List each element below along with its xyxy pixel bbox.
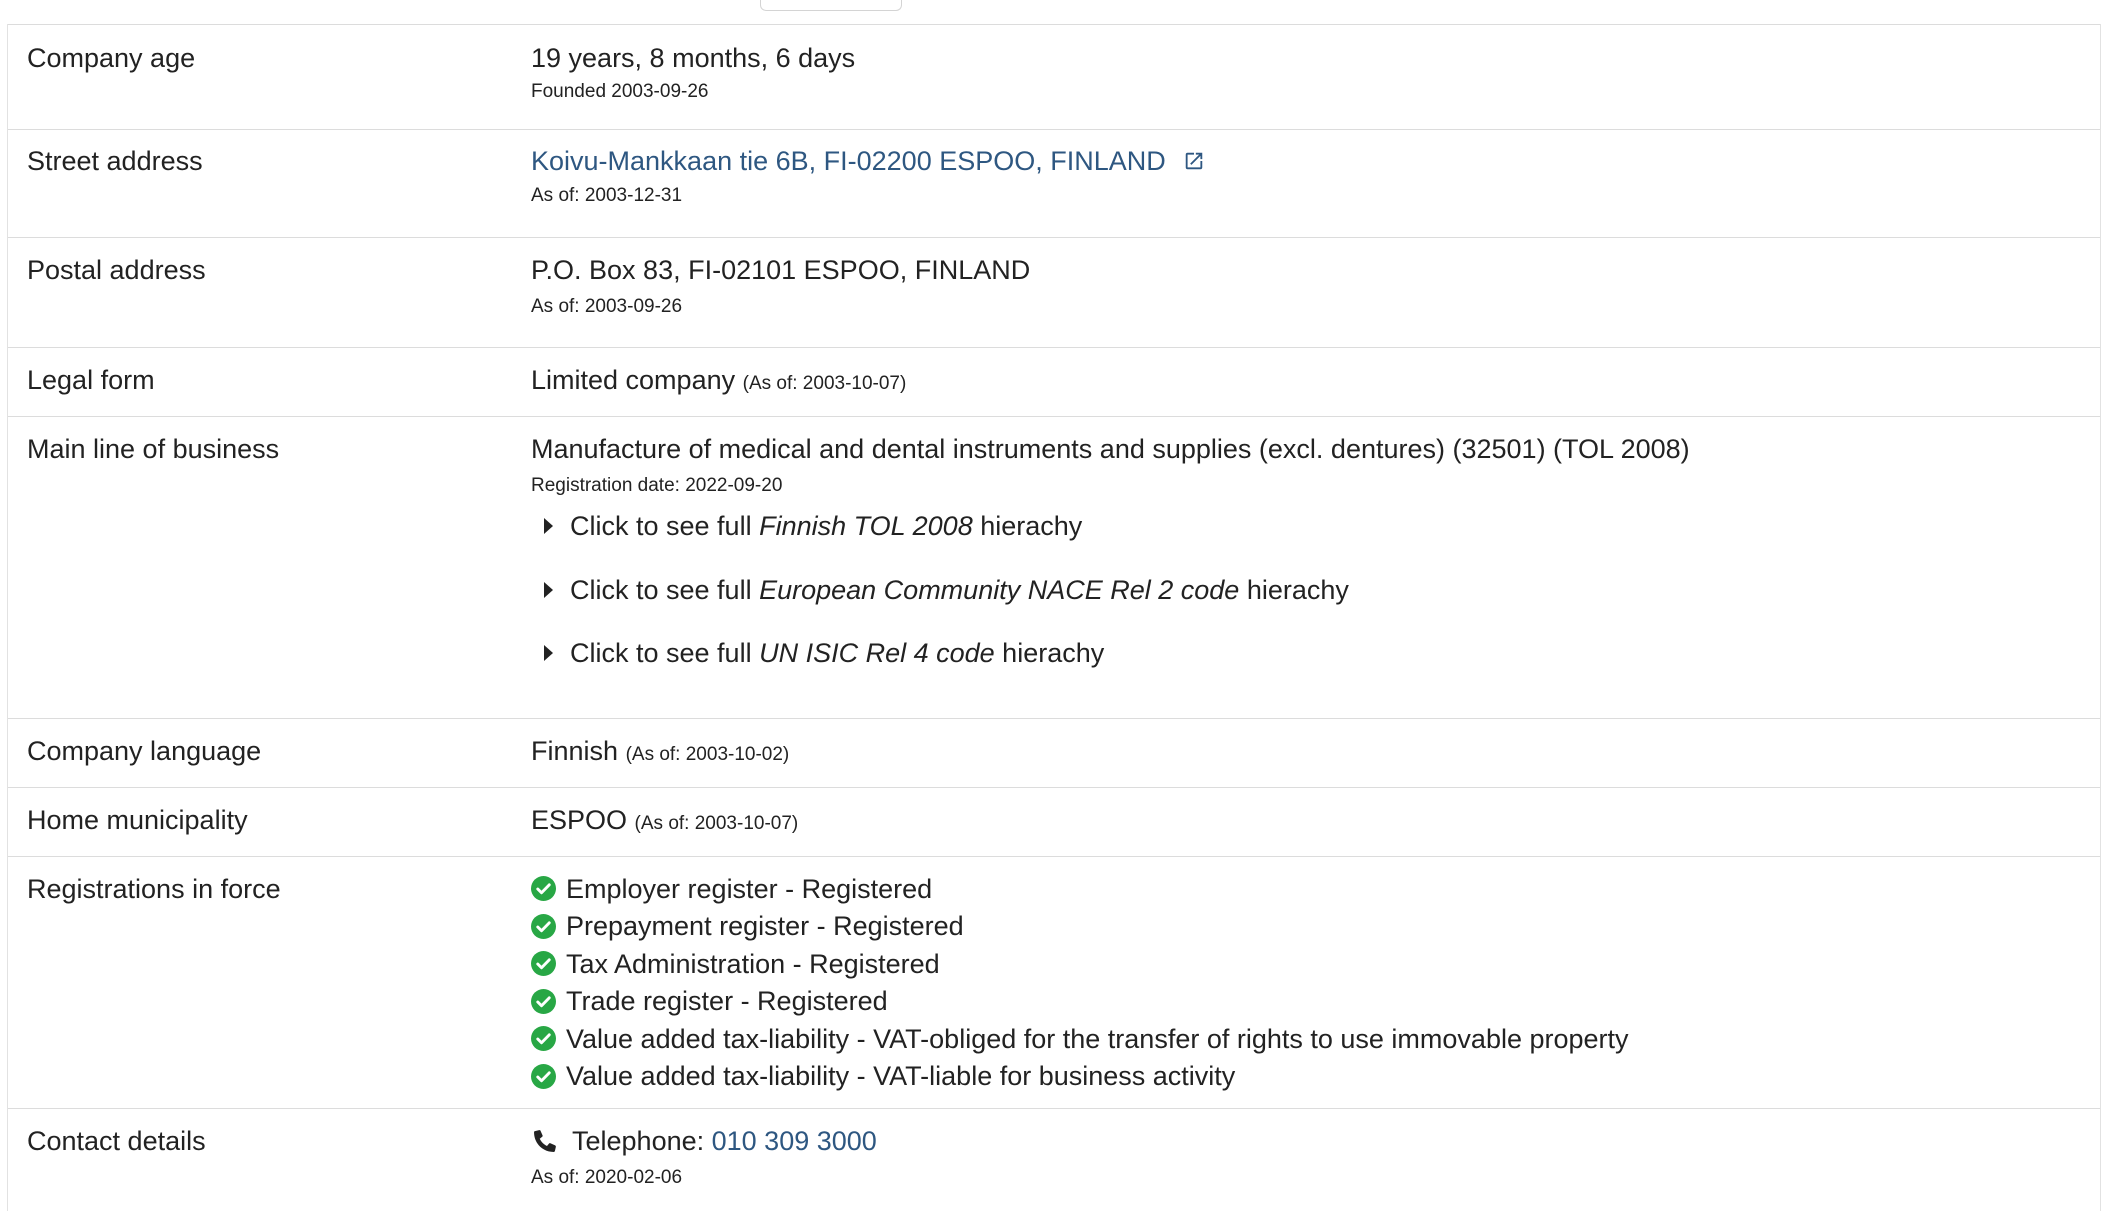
row-value: ESPOO (As of: 2003-10-07) [531,788,2100,856]
phone-icon [534,1130,556,1152]
tol-hierarchy-toggle[interactable]: Click to see full Finnish TOL 2008 hiera… [531,509,2100,543]
telephone-line: Telephone: 010 309 3000 [531,1124,2100,1158]
check-circle-icon [531,1063,556,1089]
registration-item: Value added tax-liability - VAT-obliged … [531,1020,2100,1058]
row-label: Street address [27,146,203,176]
hierarchy-name: Finnish TOL 2008 [759,511,973,541]
isic-hierarchy-toggle[interactable]: Click to see full UN ISIC Rel 4 code hie… [531,636,2100,670]
row-legal-form: Legal form Limited company (As of: 2003-… [8,347,2100,416]
row-label: Legal form [27,365,155,395]
registration-text: Prepayment register - Registered [566,911,964,942]
check-circle-icon [531,988,556,1014]
registration-date: Registration date: 2022-09-20 [531,475,783,496]
founded-date: Founded 2003-09-26 [531,81,709,102]
telephone-label: Telephone: [572,1126,712,1156]
external-link-icon[interactable] [1183,150,1205,172]
row-home-municipality: Home municipality ESPOO (As of: 2003-10-… [8,787,2100,856]
row-company-age: Company age 19 years, 8 months, 6 days F… [8,24,2100,129]
telephone-link[interactable]: 010 309 3000 [712,1124,877,1158]
row-company-language: Company language Finnish (As of: 2003-10… [8,718,2100,787]
company-details-table: Company age 19 years, 8 months, 6 days F… [7,24,2101,1211]
check-circle-icon [531,876,556,902]
postal-address-asof: As of: 2003-09-26 [531,296,683,317]
hierarchy-suffix: hierachy [1239,575,1349,605]
row-contact-details: Contact details Telephone: 010 309 3000 … [8,1108,2100,1211]
street-address-asof: As of: 2003-12-31 [531,185,683,206]
row-label: Registrations in force [27,874,281,904]
caret-right-icon [544,582,553,598]
row-street-address: Street address Koivu-Mankkaan tie 6B, FI… [8,129,2100,237]
hierarchy-suffix: hierachy [972,511,1083,541]
postal-address-value: P.O. Box 83, FI-02101 ESPOO, FINLAND [531,255,1031,285]
caret-right-icon [544,518,553,534]
registration-text: Employer register - Registered [566,873,933,904]
street-address-link[interactable]: Koivu-Mankkaan tie 6B, FI-02200 ESPOO, F… [531,146,1166,176]
nace-hierarchy-toggle[interactable]: Click to see full European Community NAC… [531,573,2100,607]
row-value: P.O. Box 83, FI-02101 ESPOO, FINLAND As … [531,238,2100,347]
contact-asof: As of: 2020-02-06 [531,1167,683,1188]
row-value: 19 years, 8 months, 6 days Founded 2003-… [531,25,2100,129]
row-value: Telephone: 010 309 3000 As of: 2020-02-0… [531,1109,2100,1211]
hierarchy-suffix: hierachy [994,638,1105,668]
company-details-page: Company age 19 years, 8 months, 6 days F… [0,0,2105,1211]
legal-form-asof: (As of: 2003-10-07) [742,373,907,394]
registration-item: Trade register - Registered [531,983,2100,1021]
row-label: Contact details [27,1126,206,1156]
row-value: Finnish (As of: 2003-10-02) [531,719,2100,787]
row-value: Manufacture of medical and dental instru… [531,417,2100,718]
row-value: Koivu-Mankkaan tie 6B, FI-02200 ESPOO, F… [531,130,2100,237]
registration-item: Employer register - Registered [531,870,2100,908]
row-value: Limited company (As of: 2003-10-07) [531,348,2100,416]
registration-text: Trade register - Registered [566,986,888,1017]
row-label: Main line of business [27,434,280,464]
hierarchy-name: UN ISIC Rel 4 code [759,638,995,668]
row-label: Company age [27,43,196,73]
hierarchy-prefix: Click to see full [570,575,760,605]
row-label: Home municipality [27,805,248,835]
company-language-asof: (As of: 2003-10-02) [625,744,790,765]
row-label: Postal address [27,255,206,285]
company-age-value: 19 years, 8 months, 6 days [531,43,856,73]
registration-item: Tax Administration - Registered [531,945,2100,983]
check-circle-icon [531,951,556,977]
home-municipality-asof: (As of: 2003-10-07) [634,813,799,834]
hierarchy-name: European Community NACE Rel 2 code [759,575,1240,605]
hierarchy-prefix: Click to see full [570,638,760,668]
registration-text: Tax Administration - Registered [566,948,940,979]
row-postal-address: Postal address P.O. Box 83, FI-02101 ESP… [8,237,2100,347]
check-circle-icon [531,1026,556,1052]
row-label: Company language [27,736,262,766]
home-municipality-value: ESPOO [531,805,628,835]
hierarchy-prefix: Click to see full [570,511,760,541]
registration-text: Value added tax-liability - VAT-liable f… [566,1061,1236,1092]
company-language-value: Finnish [531,736,619,766]
row-main-line-of-business: Main line of business Manufacture of med… [8,416,2100,718]
registration-text: Value added tax-liability - VAT-obliged … [566,1023,1629,1054]
legal-form-value: Limited company [531,365,736,395]
registration-item: Value added tax-liability - VAT-liable f… [531,1058,2100,1096]
registration-item: Prepayment register - Registered [531,908,2100,946]
top-tab-edge[interactable] [760,0,902,11]
main-line-value: Manufacture of medical and dental instru… [531,434,1690,464]
registrations-list: Employer register - Registered Prepaymen… [531,857,2100,1108]
check-circle-icon [531,913,556,939]
caret-right-icon [544,645,553,661]
row-registrations-in-force: Registrations in force Employer register… [8,856,2100,1108]
